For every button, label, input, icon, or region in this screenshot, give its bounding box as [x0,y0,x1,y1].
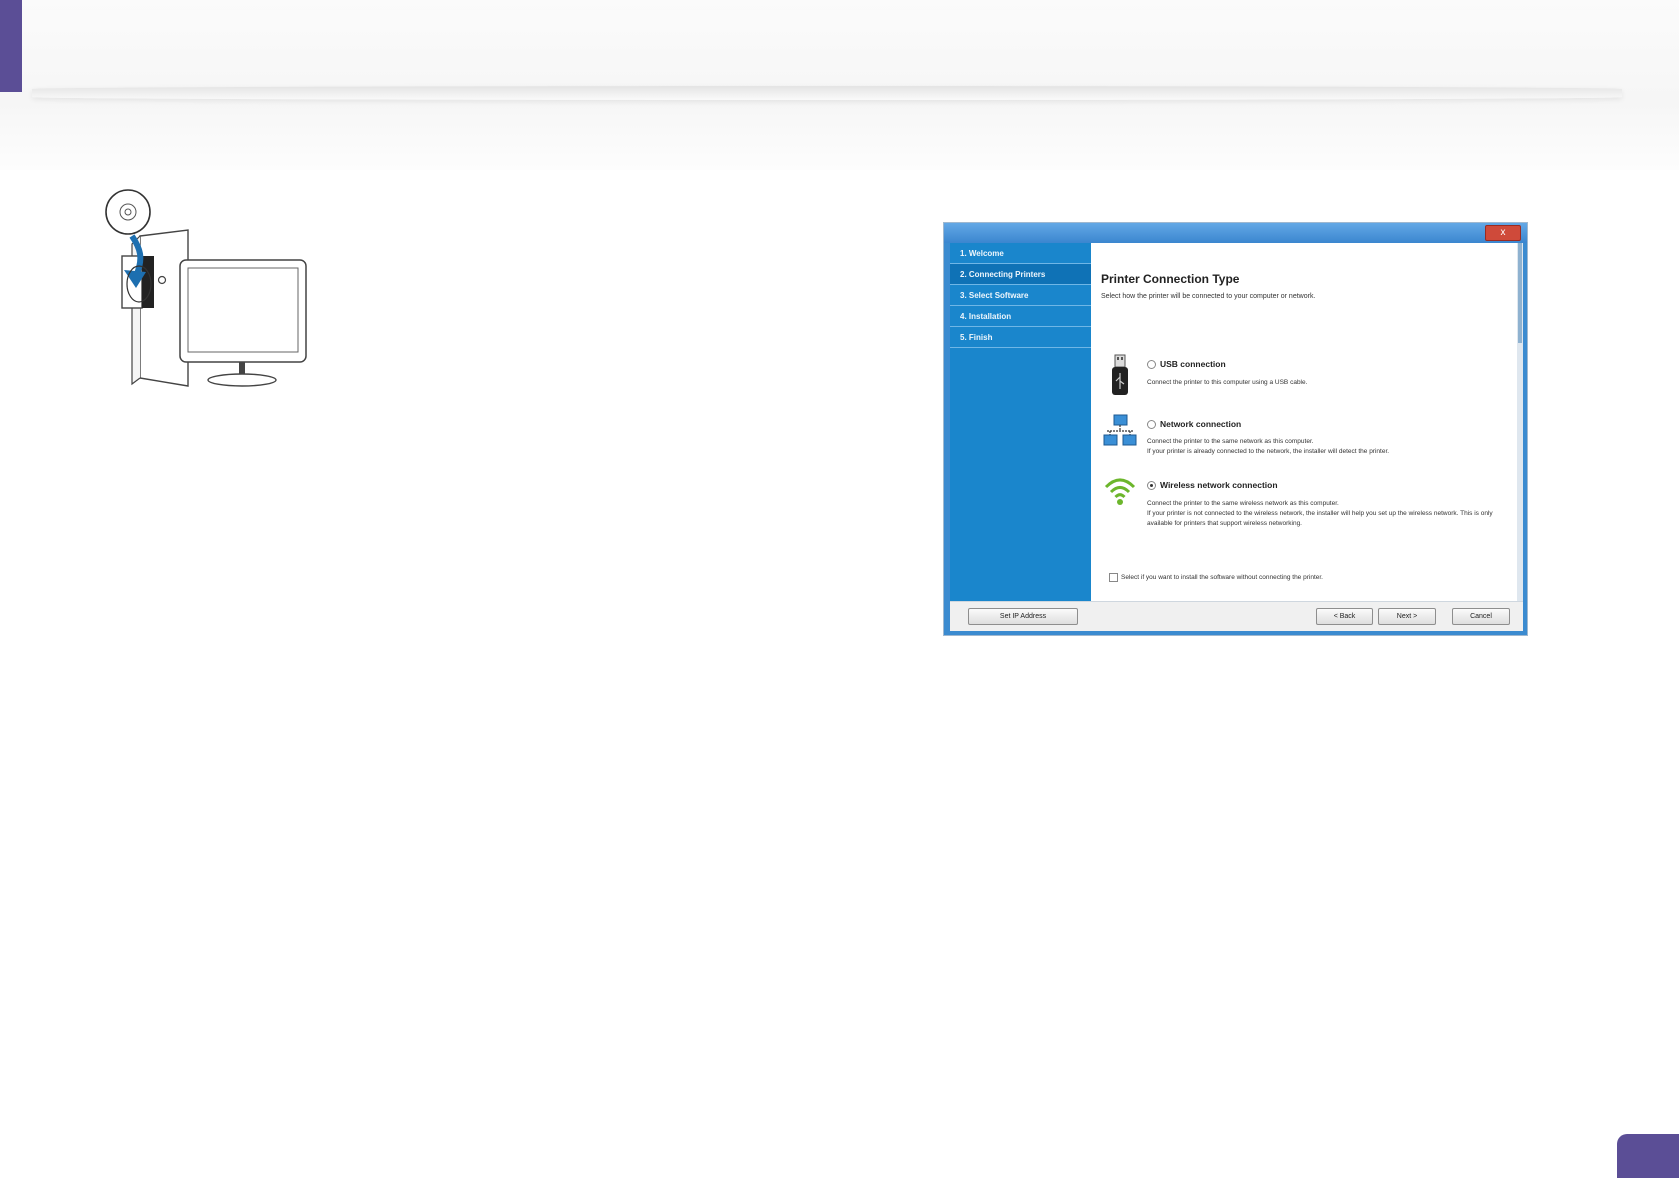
window-titlebar: x [944,223,1527,243]
usb-option[interactable]: USB connection [1147,359,1226,369]
step-finish: 5. Finish [950,327,1091,348]
network-icon [1103,414,1137,446]
installer-window: x 1. Welcome 2. Connecting Printers 3. S… [943,222,1528,636]
back-button[interactable]: < Back [1316,608,1373,625]
skip-connection-row[interactable]: Select if you want to install the softwa… [1109,573,1323,582]
page-title: Printer Connection Type [1101,272,1240,286]
cancel-button[interactable]: Cancel [1452,608,1510,625]
wireless-option-label: Wireless network connection [1160,480,1278,490]
wifi-icon [1104,478,1136,505]
content-scrollbar[interactable] [1517,243,1523,601]
wireless-desc-line2: If your printer is not connected to the … [1147,510,1493,527]
network-desc-line2: If your printer is already connected to … [1147,448,1390,455]
page-header [0,0,1679,170]
chapter-tab [0,0,22,92]
header-divider [32,86,1622,100]
wireless-radio[interactable] [1147,480,1156,490]
wireless-option[interactable]: Wireless network connection [1147,480,1278,490]
usb-option-desc: Connect the printer to this computer usi… [1147,378,1507,388]
usb-desc-line1: Connect the printer to this computer usi… [1147,379,1308,386]
usb-icon [1112,354,1128,395]
set-ip-address-button[interactable]: Set IP Address [968,608,1078,625]
next-button[interactable]: Next > [1378,608,1436,625]
step-installation: 4. Installation [950,306,1091,327]
step-connecting-printers: 2. Connecting Printers [950,264,1091,285]
network-radio[interactable] [1147,419,1156,429]
step-welcome: 1. Welcome [950,243,1091,264]
steps-sidebar: 1. Welcome 2. Connecting Printers 3. Sel… [950,243,1091,601]
page-subtitle: Select how the printer will be connected… [1101,293,1316,300]
network-option-label: Network connection [1160,419,1242,429]
close-button[interactable]: x [1485,225,1521,241]
network-option[interactable]: Network connection [1147,419,1241,429]
wireless-option-desc: Connect the printer to the same wireless… [1147,499,1507,529]
content-panel: Printer Connection Type Select how the p… [1091,243,1517,601]
usb-radio[interactable] [1147,359,1156,369]
network-option-desc: Connect the printer to the same network … [1147,437,1507,457]
wireless-desc-line1: Connect the printer to the same wireless… [1147,500,1339,507]
step-select-software: 3. Select Software [950,285,1091,306]
network-desc-line1: Connect the printer to the same network … [1147,438,1314,445]
skip-connection-checkbox[interactable] [1109,573,1118,582]
window-footer: Set IP Address < Back Next > Cancel [950,601,1523,631]
usb-option-label: USB connection [1160,359,1226,369]
skip-connection-label: Select if you want to install the softwa… [1121,574,1323,581]
cd-insert-illustration [105,189,307,387]
page-number-tab [1617,1134,1679,1178]
scrollbar-thumb[interactable] [1518,243,1522,343]
